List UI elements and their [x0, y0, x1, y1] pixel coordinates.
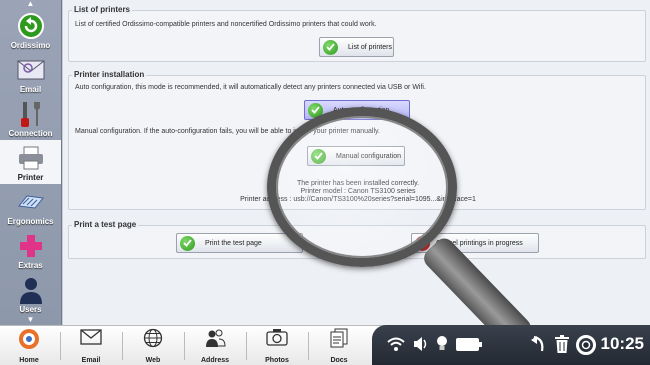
user-icon — [16, 275, 46, 305]
sidebar-item-label: Ordissimo — [10, 41, 51, 50]
sidebar-item-ergonomics[interactable]: Ergonomics — [0, 184, 61, 228]
taskbar-web[interactable]: Web — [124, 328, 182, 364]
check-icon — [311, 148, 326, 164]
camera-icon — [266, 329, 288, 346]
sidebar-item-extras[interactable]: Extras — [0, 228, 61, 272]
sidebar-item-email[interactable]: Email — [0, 52, 61, 96]
taskbar-photos[interactable]: Photos — [248, 328, 306, 364]
print-test-page-button[interactable]: Print the test page — [176, 233, 303, 253]
button-label: Print the test page — [205, 239, 262, 247]
sidebar-item-ordissimo[interactable]: Ordissimo — [0, 8, 61, 52]
section-title: List of printers — [72, 5, 133, 14]
taskbar-label: Email — [81, 357, 101, 364]
printer-icon — [16, 143, 46, 173]
button-label: Auto configuration — [333, 106, 390, 114]
check-icon — [308, 102, 323, 118]
email-icon — [80, 329, 102, 345]
sidebar-item-label: Printer — [17, 173, 44, 182]
taskbar-label: Home — [19, 357, 39, 364]
taskbar-divider — [246, 332, 247, 360]
list-of-printers-button[interactable]: List of printers — [319, 37, 394, 57]
printer-settings-panel: List of printers List of certified Ordis… — [62, 0, 650, 325]
scroll-up-icon[interactable]: ▲ — [0, 0, 61, 8]
contacts-icon — [206, 329, 226, 347]
list-description: List of certified Ordissimo-compatible p… — [75, 21, 377, 28]
button-label: Cancel printings in progress — [436, 239, 523, 247]
clock: 10:25 — [600, 334, 644, 353]
taskbar-docs[interactable]: Docs — [310, 328, 368, 364]
cancel-icon — [415, 235, 430, 251]
taskbar-home[interactable]: Home — [0, 328, 58, 364]
taskbar-address[interactable]: Address — [186, 328, 244, 364]
taskbar-label: Address — [200, 357, 229, 364]
sidebar-item-label: Connection — [8, 129, 53, 138]
sidebar-item-printer[interactable]: Printer — [0, 140, 61, 184]
taskbar-divider — [184, 332, 185, 360]
print-test-page-section: Print a test page Print the test page Ca… — [68, 220, 646, 259]
system-tray: 10:25 — [372, 325, 650, 365]
battery-icon — [456, 338, 482, 351]
taskbar-label: Photos — [265, 357, 289, 364]
taskbar-email[interactable]: Email — [62, 328, 120, 364]
button-label: Manual configuration — [336, 152, 401, 160]
list-of-printers-section: List of printers List of certified Ordis… — [68, 5, 646, 62]
sidebar-item-label: Email — [19, 85, 42, 94]
install-status-line: The printer has been installed correctly… — [296, 180, 420, 187]
wifi-icon[interactable] — [386, 335, 406, 353]
sidebar-item-label: Users — [19, 305, 42, 314]
help-lifebuoy-icon[interactable] — [576, 335, 596, 355]
taskbar-label: Web — [145, 357, 161, 364]
email-settings-icon — [16, 55, 46, 85]
keyboard-icon — [16, 187, 46, 217]
taskbar-label: Docs — [330, 357, 348, 364]
printer-address-line: Printer address : usb://Canon/TS3100%20s… — [240, 196, 476, 203]
taskbar-divider — [122, 332, 123, 360]
sidebar-item-connection[interactable]: Connection — [0, 96, 61, 140]
plus-icon — [16, 231, 46, 261]
back-arrow-icon[interactable] — [530, 335, 546, 353]
scroll-down-icon[interactable]: ▼ — [0, 316, 61, 324]
button-label: List of printers — [348, 43, 392, 51]
home-icon — [19, 329, 39, 349]
tools-icon — [16, 99, 46, 129]
printer-model-line: Printer model : Canon TS3100 series — [300, 188, 416, 195]
cancel-printings-button[interactable]: Cancel printings in progress — [411, 233, 539, 253]
documents-icon — [330, 328, 348, 348]
manual-config-description: Manual configuration. If the auto-config… — [75, 128, 380, 135]
lightbulb-icon[interactable] — [435, 335, 449, 353]
sidebar-item-label: Extras — [18, 261, 43, 270]
section-title: Printer installation — [72, 70, 147, 79]
sidebar-item-label: Ergonomics — [7, 217, 54, 226]
check-icon — [323, 39, 338, 55]
taskbar-divider — [60, 332, 61, 360]
settings-sidebar: ▲ Ordissimo Email Connection Printer Erg… — [0, 0, 62, 325]
taskbar-divider — [308, 332, 309, 360]
volume-icon[interactable] — [412, 335, 430, 353]
printer-installation-section: Printer installation Auto configuration,… — [68, 70, 646, 210]
ordissimo-back-icon — [16, 11, 46, 41]
sidebar-item-users[interactable]: Users — [0, 272, 61, 316]
section-title: Print a test page — [72, 220, 139, 229]
auto-config-description: Auto configuration, this mode is recomme… — [75, 84, 426, 91]
manual-configuration-button[interactable]: Manual configuration — [307, 146, 405, 166]
globe-icon — [143, 328, 163, 348]
auto-configuration-button[interactable]: Auto configuration — [304, 100, 410, 120]
check-icon — [180, 235, 195, 251]
trash-icon[interactable] — [554, 335, 570, 354]
